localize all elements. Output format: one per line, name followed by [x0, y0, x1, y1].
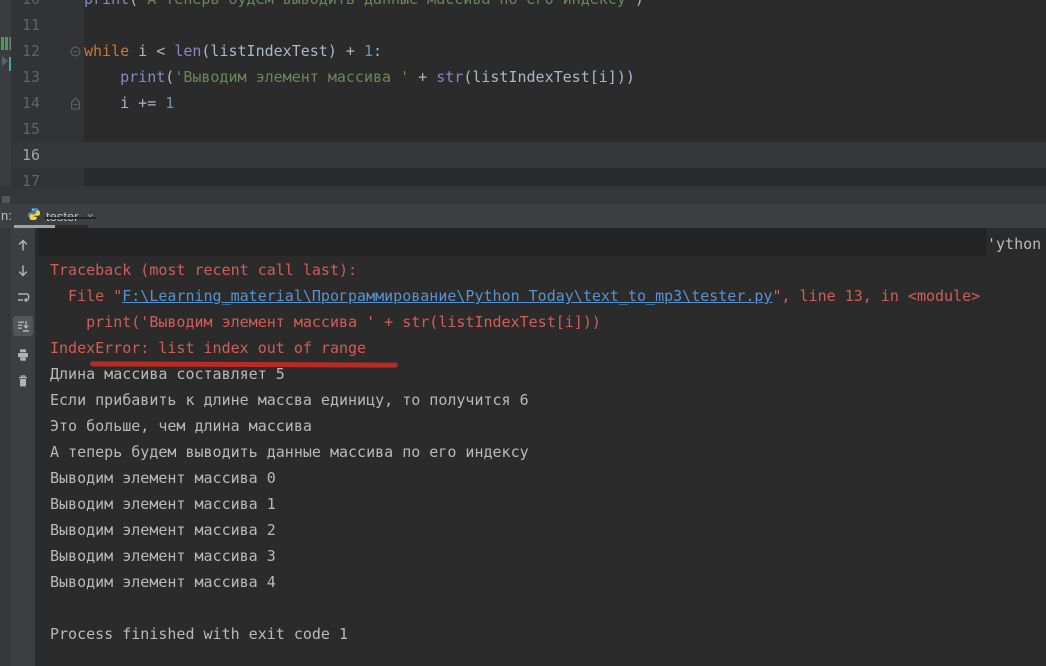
traceback-file-link[interactable]: F:\Learning_material\Программирование\Py…	[122, 287, 772, 305]
run-tab-title: tester	[46, 209, 79, 224]
code-text: i += 1	[84, 94, 174, 112]
run-console-panel: 'ython Traceback (most recent call last):…	[0, 228, 1046, 666]
tab-strike-line	[44, 217, 96, 219]
tool-window-stripe	[0, 0, 11, 186]
code-text: print('А теперь будем выводить данные ма…	[84, 0, 644, 8]
console-line: А теперь будем выводить данные массива п…	[35, 439, 1046, 465]
console-line: File "F:\Learning_material\Программирова…	[35, 283, 1046, 309]
editor-bottom-band	[0, 186, 1046, 204]
code-text: print('Выводим элемент массива ' + str(l…	[84, 68, 635, 86]
console-text: А теперь будем выводить данные массива п…	[50, 443, 529, 461]
console-line: Выводим элемент массива 0	[35, 465, 1046, 491]
console-line: Process finished with exit code 1	[35, 621, 1046, 647]
console-text: ", line 13, in <module>	[772, 287, 980, 305]
console-blank-line	[35, 595, 1046, 621]
close-icon[interactable]: ×	[87, 209, 95, 224]
line-number[interactable]: 17	[18, 168, 40, 186]
console-line: print('Выводим элемент массива ' + str(l…	[35, 309, 1046, 335]
editor-line-15[interactable]: 15	[11, 116, 1046, 142]
run-window-label: n:	[1, 208, 12, 223]
console-text: Длина массива составляет 5	[50, 365, 285, 383]
up-the-stack-trace-icon[interactable]	[13, 238, 33, 252]
console-text: Выводим элемент массива 3	[50, 547, 276, 565]
fold-end-icon[interactable]	[40, 90, 84, 116]
redaction-overlay	[38, 228, 986, 256]
editor-line-10[interactable]: 10 print('А теперь будем выводить данные …	[11, 0, 1046, 12]
print-icon[interactable]	[13, 348, 33, 362]
console-text: Выводим элемент массива 1	[50, 495, 276, 513]
run-tab-tester[interactable]: tester ×	[27, 206, 94, 226]
scroll-to-end-icon[interactable]	[13, 316, 33, 336]
pycharm-window: 10 print('А теперь будем выводить данные …	[0, 0, 1046, 666]
soft-wrap-icon[interactable]	[13, 290, 33, 304]
line-number[interactable]: 10	[18, 0, 40, 12]
console-lines: 'ython Traceback (most recent call last):…	[35, 231, 1046, 647]
console-line: Выводим элемент массива 1	[35, 491, 1046, 517]
editor-pane[interactable]: 10 print('А теперь будем выводить данные …	[0, 0, 1046, 204]
editor-line-14[interactable]: 14 i += 1	[11, 90, 1046, 116]
editor-line-11[interactable]: 11	[11, 12, 1046, 38]
fold-start-icon[interactable]	[40, 38, 84, 64]
console-line: IndexError: list index out of range	[35, 335, 1046, 361]
console-text: Выводим элемент массива 0	[50, 469, 276, 487]
line-number[interactable]: 15	[18, 116, 40, 142]
console-text: Выводим элемент массива 2	[50, 521, 276, 539]
console-line: Выводим элемент массива 4	[35, 569, 1046, 595]
console-text: Выводим элемент массива 4	[50, 573, 276, 591]
console-toolbar	[10, 238, 35, 388]
line-number[interactable]: 13	[18, 64, 40, 90]
console-text: Это больше, чем длина массива	[50, 417, 312, 435]
console-line: Выводим элемент массива 3	[35, 543, 1046, 569]
editor-line-17[interactable]: 17	[11, 168, 1046, 186]
console-output[interactable]: 'ython Traceback (most recent call last):…	[35, 228, 1046, 666]
editor-hscrollbar-thumb[interactable]	[2, 196, 10, 203]
console-text: Traceback (most recent call last):	[50, 261, 357, 279]
code-text: while i < len(listIndexTest) + 1:	[84, 42, 382, 60]
console-text: IndexError: list index out of range	[50, 339, 366, 357]
console-text: 'ython	[987, 235, 1041, 253]
console-line: Это больше, чем длина массива	[35, 413, 1046, 439]
console-text: print('Выводим элемент массива ' + str(l…	[50, 313, 601, 331]
line-number[interactable]: 11	[18, 12, 40, 38]
console-toolbar-rail	[0, 228, 35, 666]
console-line: Выводим элемент массива 2	[35, 517, 1046, 543]
editor-line-12[interactable]: 12 while i < len(listIndexTest) + 1:	[11, 38, 1046, 64]
console-line: Если прибавить к длине массва единицу, т…	[35, 387, 1046, 413]
console-text: Если прибавить к длине массва единицу, т…	[50, 391, 529, 409]
run-tab-bar: n: tester ×	[0, 204, 1046, 228]
editor-lines[interactable]: 10 print('А теперь будем выводить данные …	[11, 0, 1046, 186]
console-text: File "	[50, 287, 122, 305]
console-text: Process finished with exit code 1	[50, 625, 348, 643]
line-number[interactable]: 16	[18, 142, 40, 168]
editor-line-13[interactable]: 13 print('Выводим элемент массива ' + st…	[11, 64, 1046, 90]
down-the-stack-trace-icon[interactable]	[13, 264, 33, 278]
python-icon	[27, 207, 41, 226]
clear-all-icon[interactable]	[13, 374, 33, 388]
line-number[interactable]: 14	[18, 90, 40, 116]
console-line: Traceback (most recent call last):	[35, 257, 1046, 283]
editor-line-16[interactable]: 16	[11, 142, 1046, 168]
console-rail-strip	[0, 228, 10, 666]
line-number[interactable]: 12	[18, 38, 40, 64]
